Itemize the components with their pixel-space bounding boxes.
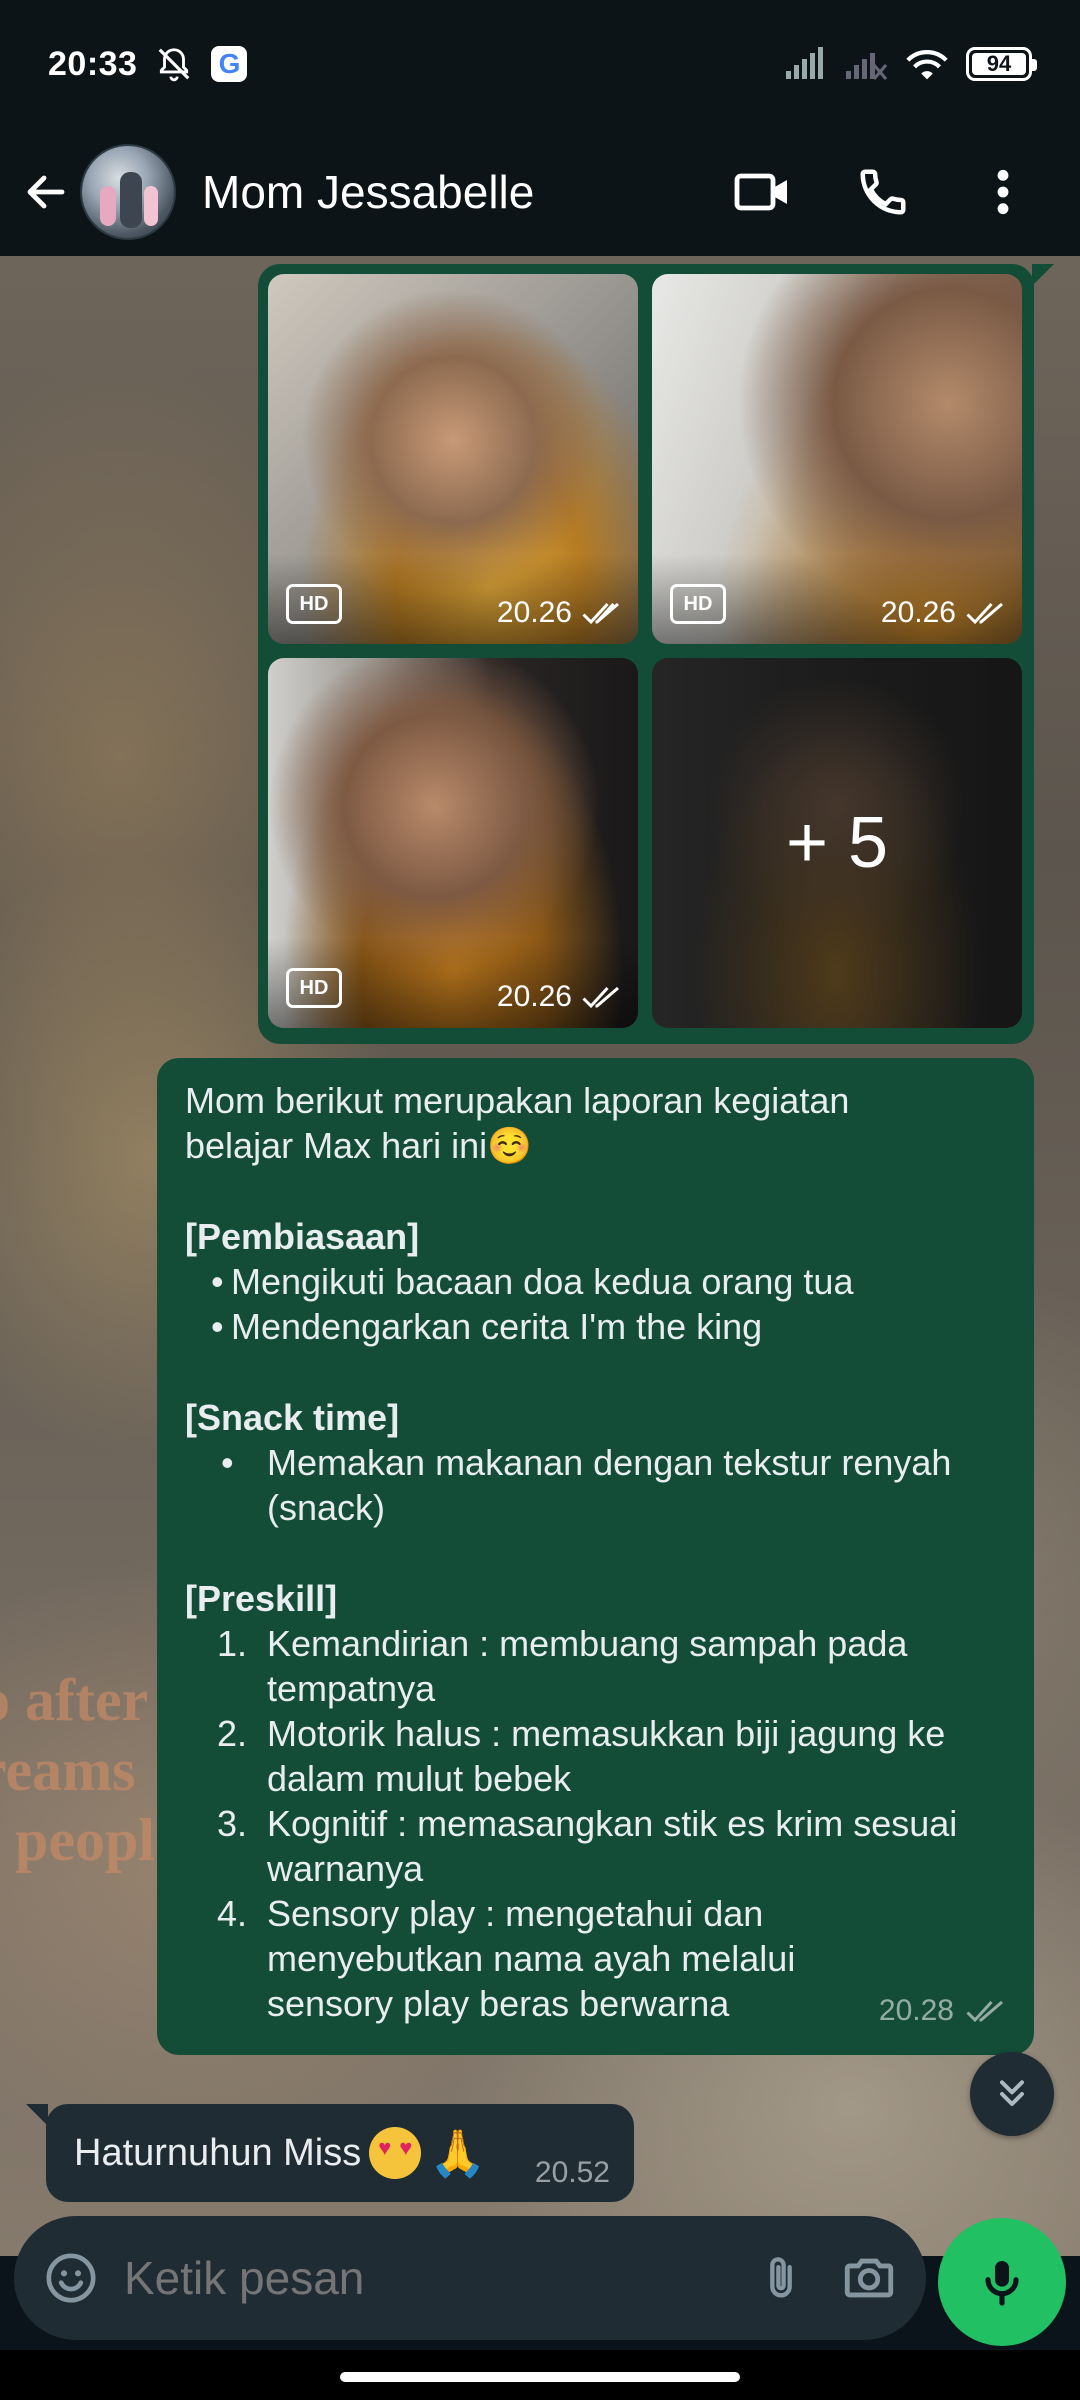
scroll-to-bottom-button[interactable] [970, 2052, 1054, 2136]
list-item: 2. Motorik halus : memasukkan biji jagun… [217, 1713, 946, 1799]
chat-header: Mom Jessabelle [0, 128, 1080, 256]
image-album-bubble: HD 20.26 HD 20.26 HD 20.26 + 5 [258, 264, 1054, 1044]
wallpaper-decoration: o after [0, 1667, 149, 1733]
battery-icon: 94 [966, 47, 1037, 81]
battery-level: 94 [986, 51, 1012, 76]
hd-icon: HD [286, 968, 342, 1008]
list-item: • Mendengarkan cerita I'm the king [211, 1306, 763, 1347]
signal-icon [784, 47, 828, 81]
album-image[interactable]: HD 20.26 [268, 658, 638, 1028]
message-text: Haturnuhun Miss [74, 2131, 362, 2174]
hd-icon: HD [670, 584, 726, 624]
pray-emoji-icon: 🙏 [429, 2126, 487, 2179]
silent-bell-icon [155, 45, 193, 83]
clock: 20:33 [48, 44, 138, 83]
message-time: 20.26 [496, 596, 572, 629]
message-text: belajar Max hari ini☺️ [185, 1125, 532, 1166]
google-icon: G [211, 46, 248, 82]
message-time: 20.26 [496, 980, 572, 1013]
outgoing-message[interactable]: Mom berikut merupakan laporan kegiatan b… [157, 1058, 1034, 2055]
more-options-icon[interactable] [968, 157, 1038, 227]
camera-icon[interactable] [836, 2245, 902, 2311]
double-chevron-down-icon [1000, 2080, 1024, 2106]
emoji-icon[interactable] [38, 2245, 104, 2311]
back-arrow-icon[interactable] [18, 164, 74, 220]
more-images-count: + 5 [785, 803, 889, 883]
wallpaper-decoration: reams [0, 1737, 136, 1803]
read-check-icon [966, 602, 1003, 625]
attachment-icon[interactable] [748, 2245, 814, 2311]
chat-background: o after reams t peopl HD 20.26 HD 20.26 … [0, 256, 1080, 2256]
read-check-icon [966, 2000, 1003, 2022]
section-title: [Preskill] [185, 1578, 338, 1619]
album-image[interactable]: HD 20.26 [652, 274, 1022, 644]
list-item: • Memakan makanan dengan tekstur renyah … [221, 1442, 952, 1528]
contact-name[interactable]: Mom Jessabelle [202, 165, 534, 219]
message-time: 20.52 [534, 2156, 610, 2189]
section-title: [Snack time] [185, 1397, 400, 1438]
message-composer [14, 2216, 926, 2340]
list-item: • Mengikuti bacaan doa kedua orang tua [211, 1261, 854, 1302]
hd-icon: HD [286, 584, 342, 624]
read-check-icon [582, 986, 619, 1009]
voice-message-button[interactable] [938, 2218, 1066, 2346]
gesture-handle[interactable] [340, 2372, 740, 2382]
album-image[interactable]: HD 20.26 [268, 274, 638, 644]
status-bar: 20:33 G 94 [0, 0, 1080, 128]
microphone-icon [985, 2261, 1019, 2306]
list-item: 3. Kognitif : memasangkan stik es krim s… [217, 1803, 958, 1889]
list-item: 1. Kemandirian : membuang sampah pada te… [217, 1623, 908, 1709]
phone-call-icon[interactable] [848, 157, 918, 227]
wallpaper-decoration: t peopl [0, 1807, 156, 1873]
read-check-icon [582, 602, 619, 625]
incoming-message[interactable]: Haturnuhun Miss 🙏 20.52 [26, 2104, 634, 2202]
signal-2-icon [844, 47, 888, 81]
section-title: [Pembiasaan] [185, 1216, 420, 1257]
message-time: 20.26 [880, 596, 956, 629]
contact-avatar[interactable] [80, 144, 176, 240]
message-time: 20.28 [878, 1994, 954, 2027]
album-more-images[interactable]: + 5 [652, 658, 1022, 1028]
wifi-icon [904, 46, 950, 82]
message-input[interactable] [124, 2251, 748, 2305]
message-text: Mom berikut merupakan laporan kegiatan [185, 1080, 850, 1121]
heart-eyes-emoji-icon [369, 2127, 422, 2179]
video-call-icon[interactable] [728, 157, 798, 227]
